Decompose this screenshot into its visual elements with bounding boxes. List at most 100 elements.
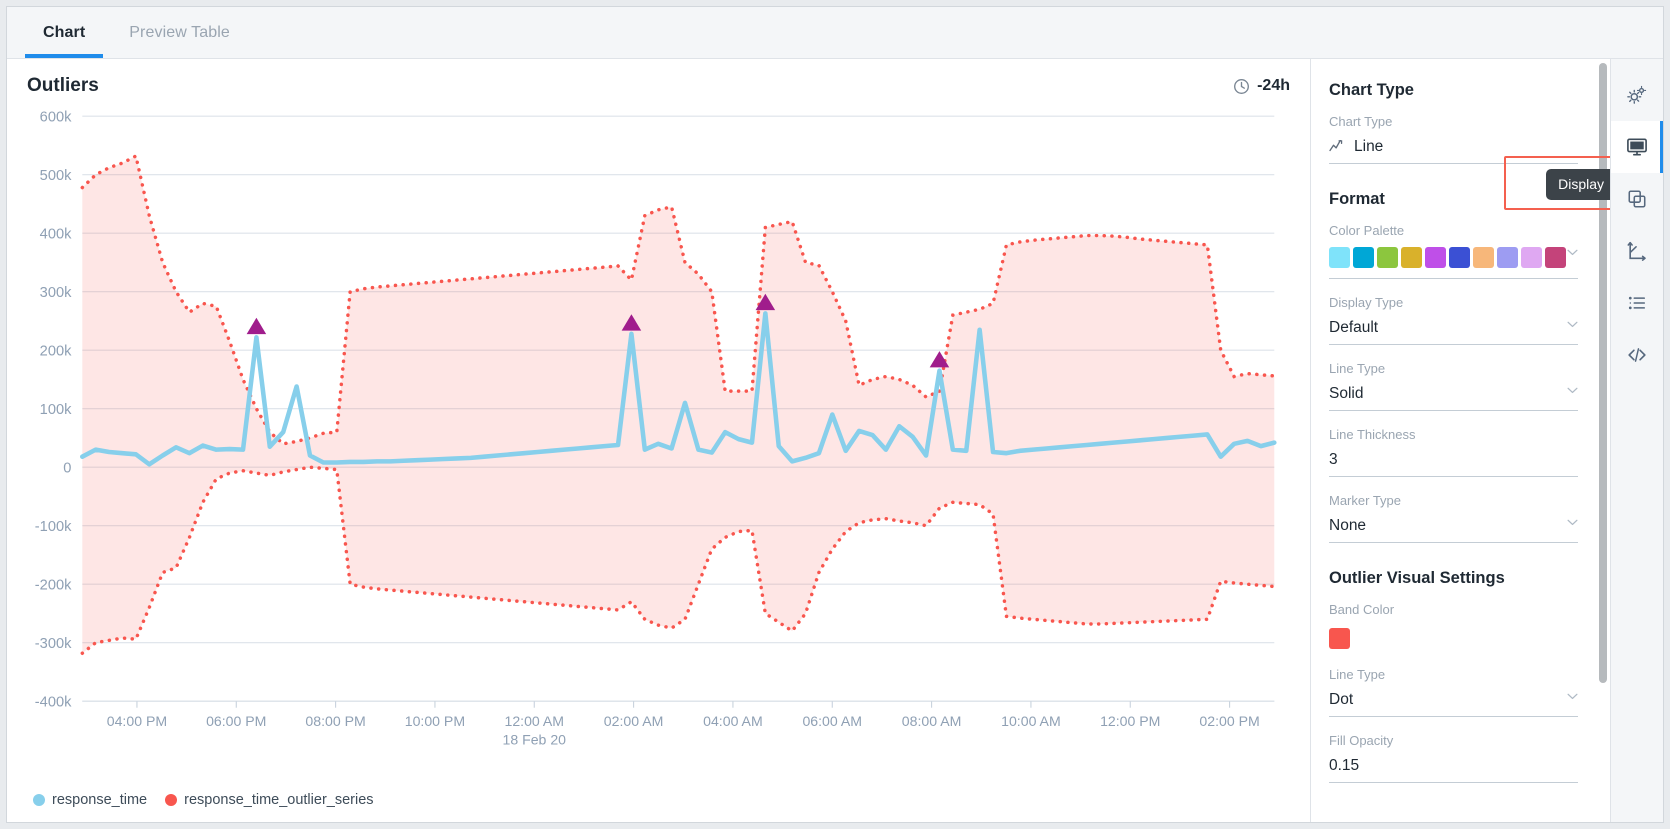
- x-axis-tick-label: 12:00 AM: [504, 713, 564, 729]
- field-label: Band Color: [1329, 602, 1578, 617]
- x-axis-tick-label: 02:00 PM: [1199, 713, 1259, 729]
- band-color-row: [1329, 624, 1578, 649]
- y-axis-tick-label: -400k: [35, 695, 72, 711]
- marker-type-value: None: [1329, 517, 1366, 535]
- chevron-down-icon: [1567, 693, 1578, 700]
- list-icon: [1627, 293, 1647, 313]
- time-range-label: -24h: [1257, 77, 1290, 95]
- y-axis-tick-label: 500k: [40, 168, 72, 184]
- legend-swatch: [33, 794, 45, 806]
- x-axis-tick-label: 10:00 AM: [1001, 713, 1061, 729]
- rail-item-layers[interactable]: [1611, 173, 1663, 225]
- section-heading-chart-type: Chart Type: [1329, 81, 1578, 100]
- outlier-line-type-value: Dot: [1329, 691, 1353, 709]
- field-label: Chart Type: [1329, 114, 1578, 129]
- plot-area[interactable]: 600k500k400k300k200k100k0-100k-200k-300k…: [7, 101, 1310, 786]
- legend-swatch: [165, 794, 177, 806]
- field-color-palette: Color Palette: [1329, 223, 1578, 279]
- y-axis-tick-label: 100k: [40, 402, 72, 418]
- x-axis-tick-label: 02:00 AM: [604, 713, 664, 729]
- monitor-icon: [1626, 137, 1648, 157]
- rail-item-axes[interactable]: [1611, 225, 1663, 277]
- display-type-value: Default: [1329, 319, 1378, 337]
- line-type-select[interactable]: Solid: [1329, 383, 1578, 411]
- settings-scrollbar-thumb[interactable]: [1599, 63, 1607, 683]
- chart-editor-window: Chart Preview Table Outliers -24h 600k 50…: [6, 6, 1664, 823]
- rail-item-settings[interactable]: [1611, 69, 1663, 121]
- display-type-select[interactable]: Default: [1329, 317, 1578, 345]
- field-label: Fill Opacity: [1329, 733, 1578, 748]
- palette-swatch: [1449, 247, 1470, 268]
- y-axis-tick-label: -300k: [35, 636, 72, 652]
- x-axis-tick-label: 12:00 PM: [1100, 713, 1160, 729]
- line-thickness-input[interactable]: 3: [1329, 449, 1578, 477]
- palette-swatch: [1425, 247, 1446, 268]
- y-axis-tick-label: 200k: [40, 344, 72, 360]
- field-label: Marker Type: [1329, 493, 1578, 508]
- field-label: Display Type: [1329, 295, 1578, 310]
- outlier-line-type-select[interactable]: Dot: [1329, 689, 1578, 717]
- outlier-marker[interactable]: [247, 318, 267, 334]
- marker-type-select[interactable]: None: [1329, 515, 1578, 543]
- palette-swatch: [1377, 247, 1398, 268]
- tab-chart[interactable]: Chart: [21, 7, 107, 58]
- y-axis-tick-label: -200k: [35, 578, 72, 594]
- color-palette-swatches: [1329, 247, 1566, 271]
- palette-swatch: [1401, 247, 1422, 268]
- x-axis-sublabel: 18 Feb 20: [503, 732, 567, 748]
- outliers-line-chart[interactable]: 600k500k400k300k200k100k0-100k-200k-300k…: [15, 101, 1296, 786]
- color-palette-select[interactable]: [1329, 245, 1578, 279]
- field-label: Line Type: [1329, 361, 1578, 376]
- settings-panel: Chart Type Chart Type Line Format Color …: [1311, 59, 1611, 822]
- field-label: Line Thickness: [1329, 427, 1578, 442]
- display-tooltip-label: Display: [1558, 176, 1604, 192]
- palette-swatch: [1521, 247, 1542, 268]
- field-label: Line Type: [1329, 667, 1578, 682]
- legend-item-response-time[interactable]: response_time: [33, 792, 147, 808]
- y-axis-tick-label: 400k: [40, 227, 72, 243]
- line-type-value: Solid: [1329, 385, 1363, 403]
- legend-item-outlier-series[interactable]: response_time_outlier_series: [165, 792, 373, 808]
- x-axis-tick-label: 04:00 AM: [703, 713, 763, 729]
- line-chart-icon: [1329, 140, 1345, 154]
- y-axis-tick-label: 300k: [40, 285, 72, 301]
- x-axis-tick-label: 08:00 PM: [305, 713, 365, 729]
- clock-icon: [1233, 78, 1250, 95]
- y-axis-tick-label: -100k: [35, 519, 72, 535]
- band-color-swatch[interactable]: [1329, 628, 1350, 649]
- rail-item-display[interactable]: [1611, 121, 1663, 173]
- editor-body: Outliers -24h 600k500k400k300k200k100k0-…: [7, 59, 1663, 822]
- x-axis-tick-label: 06:00 AM: [802, 713, 862, 729]
- chart-pane: Outliers -24h 600k500k400k300k200k100k0-…: [7, 59, 1311, 822]
- tab-bar: Chart Preview Table: [7, 7, 1663, 59]
- rail-item-code[interactable]: [1611, 329, 1663, 381]
- field-chart-type: Chart Type Line: [1329, 114, 1578, 164]
- chart-type-select[interactable]: Line: [1329, 136, 1578, 164]
- field-label: Color Palette: [1329, 223, 1578, 238]
- page-title: Outliers: [27, 75, 99, 97]
- x-axis-tick-label: 04:00 PM: [107, 713, 167, 729]
- field-line-type: Line Type Solid: [1329, 361, 1578, 411]
- fill-opacity-input[interactable]: 0.15: [1329, 755, 1578, 783]
- rail-item-list[interactable]: [1611, 277, 1663, 329]
- tab-chart-label: Chart: [43, 24, 85, 42]
- axes-icon: [1627, 241, 1647, 261]
- field-marker-type: Marker Type None: [1329, 493, 1578, 543]
- tab-preview-table[interactable]: Preview Table: [107, 7, 252, 58]
- chart-type-value: Line: [1354, 138, 1383, 156]
- layers-icon: [1627, 189, 1647, 209]
- chart-header: Outliers -24h: [7, 59, 1310, 101]
- section-heading-outlier-visual-settings: Outlier Visual Settings: [1329, 569, 1578, 588]
- field-line-thickness: Line Thickness 3: [1329, 427, 1578, 477]
- field-band-color: Band Color: [1329, 602, 1578, 649]
- chart-legend: response_time response_time_outlier_seri…: [7, 786, 1310, 822]
- tool-rail: [1611, 59, 1663, 822]
- chevron-down-icon: [1567, 249, 1578, 256]
- time-range-control[interactable]: -24h: [1233, 77, 1290, 95]
- legend-label: response_time: [52, 792, 147, 808]
- section-heading-format: Format: [1329, 190, 1578, 209]
- palette-swatch: [1353, 247, 1374, 268]
- x-axis-tick-label: 06:00 PM: [206, 713, 266, 729]
- x-axis-tick-label: 10:00 PM: [405, 713, 465, 729]
- y-axis-tick-label: 600k: [40, 110, 72, 126]
